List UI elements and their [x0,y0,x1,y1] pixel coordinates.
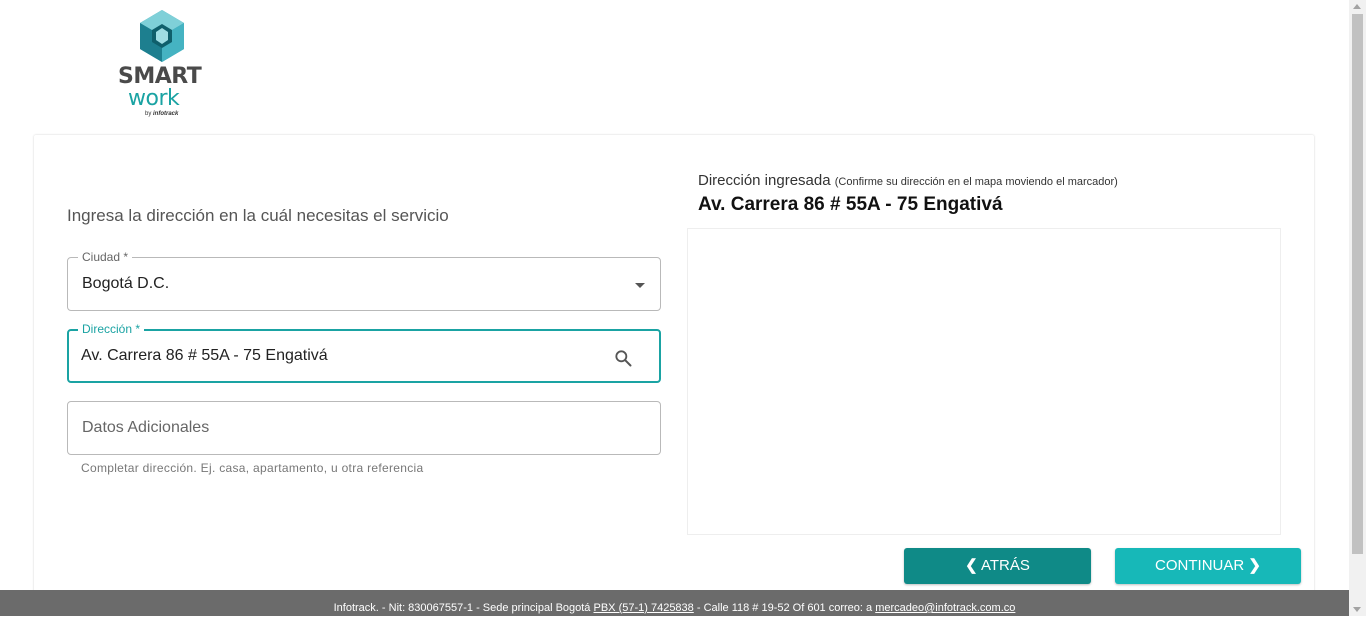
logo-work-text: work [128,86,180,111]
footer-address: - Calle 118 # 19-52 Of 601 correo: a [696,602,873,614]
ciudad-value: Bogotá D.C. [82,275,170,292]
page-scrollbar[interactable] [1349,0,1366,616]
continue-button[interactable]: CONTINUAR ❯ [1115,548,1301,584]
search-icon[interactable] [613,348,633,368]
scroll-thumb[interactable] [1352,14,1363,554]
back-button-label: ATRÁS [981,557,1030,574]
ciudad-select[interactable]: Ciudad * Bogotá D.C. [67,250,661,311]
datos-adicionales-input[interactable]: Datos Adicionales [67,401,661,455]
logo-by-text: by infotrack [145,111,179,117]
direccion-label: Dirección * [78,322,145,336]
back-button[interactable]: ❮ ATRÁS [904,548,1091,584]
address-entered-value: Av. Carrera 86 # 55A - 75 Engativá [698,194,1003,215]
chevron-right-icon: ❯ [1248,557,1261,574]
datos-adicionales-placeholder: Datos Adicionales [82,419,210,436]
chevron-left-icon: ❮ [965,557,978,574]
scroll-down-arrow-icon[interactable] [1353,607,1361,612]
form-prompt: Ingresa la dirección en la cuál necesita… [67,206,449,225]
address-entered-label: Dirección ingresada (Confirme su direcci… [698,172,1118,189]
continue-button-label: CONTINUAR [1155,557,1245,574]
footer-company: Infotrack. - Nit: 830067557-1 - Sede pri… [333,602,591,614]
direccion-value: Av. Carrera 86 # 55A - 75 Engativá [81,347,328,364]
direccion-input[interactable]: Dirección * Av. Carrera 86 # 55A - 75 En… [67,322,661,383]
ciudad-label: Ciudad * [78,250,133,264]
footer-pbx-link[interactable]: PBX (57-1) 7425838 [594,602,694,614]
footer: Infotrack. - Nit: 830067557-1 - Sede pri… [0,590,1349,616]
map-container[interactable] [687,228,1281,535]
dropdown-caret-icon[interactable] [635,283,645,288]
smartwork-logo: SMART work by infotrack [114,10,210,122]
footer-email-link[interactable]: mercadeo@infotrack.com.co [875,602,1015,614]
datos-adicionales-helper: Completar dirección. Ej. casa, apartamen… [81,461,424,475]
logo-cube-icon [140,10,184,62]
scroll-up-arrow-icon[interactable] [1353,4,1361,9]
address-hint: (Confirme su dirección en el mapa movien… [834,176,1118,188]
